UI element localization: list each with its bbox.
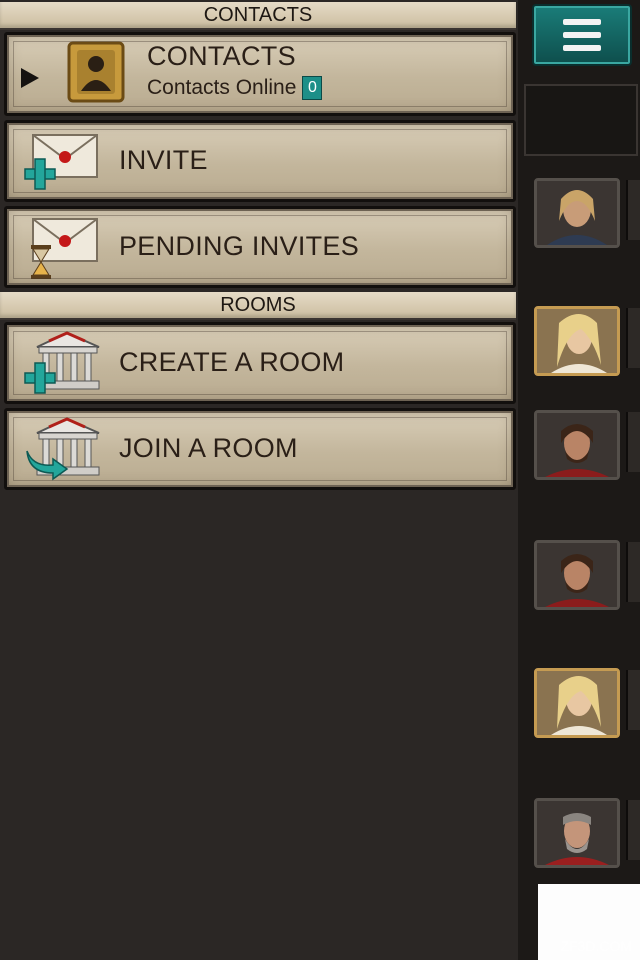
- hamburger-menu-icon: [563, 32, 601, 38]
- invite-row[interactable]: INVITE: [4, 120, 516, 202]
- create-room-row[interactable]: CREATE A ROOM: [4, 322, 516, 404]
- contacts-online-text: Contacts Online 0: [147, 76, 323, 101]
- watermark-text: ZF3D.COM: [560, 938, 632, 954]
- portrait-tab: [626, 180, 640, 240]
- temple-arrow-icon: [23, 415, 105, 486]
- temple-plus-icon: [23, 329, 105, 400]
- portrait-tab: [626, 412, 640, 472]
- pending-invites-row-label: PENDING INVITES: [119, 231, 360, 261]
- info-panel: [524, 84, 638, 156]
- contacts-online-label: Contacts Online: [147, 76, 297, 99]
- online-count-badge: 0: [302, 76, 323, 101]
- envelope-plus-icon: [23, 129, 103, 198]
- contacts-panel: CONTACTS CONTACTS Contacts Online 0 INVI…: [0, 0, 518, 960]
- hamburger-menu-icon: [563, 45, 601, 51]
- game-side-strip: ZF3D.COM: [518, 0, 640, 960]
- portrait-tab: [626, 308, 640, 368]
- player-portrait[interactable]: [534, 798, 620, 868]
- player-portrait[interactable]: [534, 540, 620, 610]
- pending-invites-row[interactable]: PENDING INVITES: [4, 206, 516, 288]
- player-portrait[interactable]: [534, 410, 620, 480]
- expand-arrow-icon: [21, 68, 39, 88]
- menu-button[interactable]: [532, 4, 632, 66]
- portrait-tab: [626, 800, 640, 860]
- player-portrait[interactable]: [534, 178, 620, 248]
- join-room-row-label: JOIN A ROOM: [119, 433, 298, 463]
- contacts-section-header: CONTACTS: [0, 2, 516, 30]
- envelope-hourglass-icon: [23, 215, 103, 286]
- rooms-section-header: ROOMS: [0, 292, 516, 320]
- portrait-tab: [626, 670, 640, 730]
- contacts-row-label: CONTACTS: [147, 41, 296, 71]
- contact-card-icon: [63, 39, 129, 110]
- hamburger-menu-icon: [563, 19, 601, 25]
- player-portrait[interactable]: [534, 306, 620, 376]
- create-room-row-label: CREATE A ROOM: [119, 347, 345, 377]
- invite-row-label: INVITE: [119, 145, 208, 175]
- player-portrait[interactable]: [534, 668, 620, 738]
- portrait-tab: [626, 542, 640, 602]
- contacts-row[interactable]: CONTACTS Contacts Online 0: [4, 32, 516, 116]
- join-room-row[interactable]: JOIN A ROOM: [4, 408, 516, 490]
